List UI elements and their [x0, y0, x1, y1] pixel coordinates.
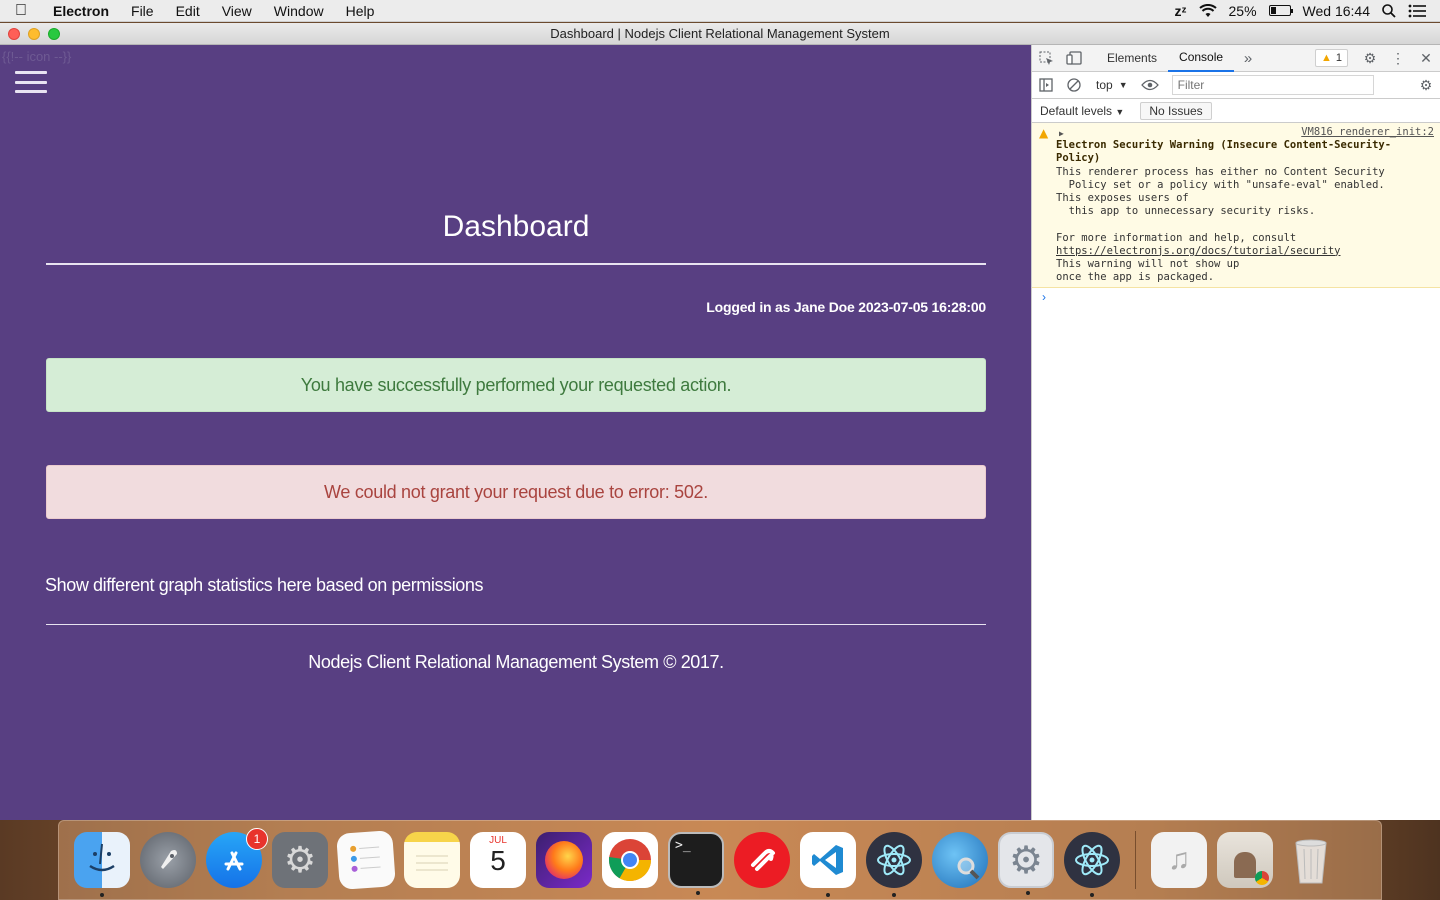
- network-utility-icon[interactable]: [932, 832, 988, 888]
- error-alert: We could not grant your request due to e…: [46, 465, 986, 519]
- terminal-prompt: >_: [675, 838, 691, 853]
- console-filter-input[interactable]: [1171, 75, 1374, 95]
- warning-triangle-icon: ▲: [1039, 126, 1049, 140]
- tab-elements[interactable]: Elements: [1096, 45, 1168, 72]
- dock-separator: [1135, 831, 1136, 889]
- dock: 1 ⚙ JUL 5 >_ ⚙ ♫: [58, 820, 1382, 900]
- log-levels-label: Default levels: [1040, 103, 1113, 118]
- message-source-link[interactable]: VM816 renderer_init:2: [1056, 126, 1434, 139]
- apple-menu-icon[interactable]: : [0, 2, 42, 20]
- template-comment-text: {{!-- icon --}}: [2, 49, 72, 64]
- context-selector[interactable]: top ▼: [1088, 78, 1136, 92]
- wifi-icon[interactable]: [1198, 3, 1217, 18]
- more-tabs-chevron-icon[interactable]: »: [1234, 45, 1262, 71]
- expand-arrow-icon[interactable]: ▶: [1059, 127, 1064, 140]
- battery-icon[interactable]: [1268, 5, 1293, 16]
- chrome-icon[interactable]: [602, 832, 658, 888]
- finder-icon[interactable]: [74, 832, 130, 897]
- menu-help[interactable]: Help: [335, 3, 386, 19]
- notes-icon[interactable]: [404, 832, 460, 888]
- footer-divider: [46, 624, 986, 625]
- sleep-icon[interactable]: zᶻ: [1174, 3, 1186, 19]
- app-store-icon[interactable]: 1: [206, 828, 268, 888]
- console-prompt[interactable]: ›: [1032, 288, 1440, 306]
- warning-count: 1: [1335, 52, 1342, 64]
- dropdown-arrow-icon: ▼: [1118, 80, 1128, 90]
- levels-arrow-icon: ▼: [1115, 106, 1125, 117]
- electron-icon[interactable]: [866, 832, 922, 897]
- trash-icon[interactable]: [1283, 832, 1339, 888]
- gear-icon[interactable]: ⚙: [272, 832, 328, 888]
- device-toolbar-icon[interactable]: [1060, 45, 1088, 71]
- status-area: zᶻ 25% Wed 16:44: [1174, 3, 1440, 19]
- app-store-badge: 1: [246, 828, 268, 850]
- footer-copyright: Nodejs Client Relational Management Syst…: [308, 652, 724, 672]
- levels-bar: Default levels ▼ No Issues: [1032, 99, 1440, 123]
- sidebar-toggle-icon[interactable]: [1032, 72, 1060, 98]
- vscode-icon[interactable]: [800, 832, 856, 897]
- console-warning-message: ▲ ▶ VM816 renderer_init:2 Electron Secur…: [1032, 123, 1440, 289]
- message-heading: Electron Security Warning (Insecure Cont…: [1056, 139, 1392, 165]
- app-content: {{!-- icon --}} Dashboard Logged in as J…: [0, 45, 1031, 820]
- terminal-icon[interactable]: >_: [668, 832, 724, 895]
- context-value: top: [1096, 78, 1113, 92]
- devtools-tab-bar: Elements Console » ▲ 1 ⚙ ⋮ ✕: [1032, 45, 1440, 72]
- menu-file[interactable]: File: [120, 3, 165, 19]
- calendar-icon[interactable]: JUL 5: [470, 832, 526, 888]
- success-alert: You have successfully performed your req…: [46, 358, 986, 412]
- menu-window[interactable]: Window: [263, 3, 335, 19]
- rocket-icon[interactable]: [140, 832, 196, 888]
- tab-console[interactable]: Console: [1168, 45, 1235, 72]
- log-levels-dropdown[interactable]: Default levels ▼: [1040, 104, 1124, 118]
- issues-button[interactable]: No Issues: [1140, 101, 1212, 120]
- graph-statistics-note: Show different graph statistics here bas…: [45, 575, 484, 595]
- warning-icon: ▲: [1320, 52, 1332, 64]
- clock[interactable]: Wed 16:44: [1303, 3, 1370, 19]
- devtools-panel: Elements Console » ▲ 1 ⚙ ⋮ ✕ top ▼ ⚙ Def…: [1031, 45, 1440, 820]
- menu-view[interactable]: View: [211, 3, 263, 19]
- electron-icon[interactable]: [1064, 832, 1120, 897]
- window-title: Dashboard | Nodejs Client Relational Man…: [550, 26, 890, 41]
- console-toolbar: top ▼ ⚙: [1032, 72, 1440, 99]
- battery-percent: 25%: [1228, 2, 1257, 19]
- page-title: Dashboard: [442, 210, 590, 243]
- notification-center-icon[interactable]: [1408, 4, 1426, 18]
- downloads-stack-icon[interactable]: [1217, 832, 1273, 888]
- live-expression-eye-icon[interactable]: [1136, 72, 1164, 98]
- success-alert-text: You have successfully performed your req…: [300, 374, 732, 395]
- hamburger-menu-icon[interactable]: [15, 71, 47, 93]
- error-alert-text: We could not grant your request due to e…: [324, 481, 708, 502]
- menu-bar:  Electron File Edit View Window Help zᶻ…: [0, 0, 1440, 22]
- preferences-icon[interactable]: ⚙: [998, 832, 1054, 895]
- login-info: Logged in as Jane Doe 2023-07-05 16:28:0…: [706, 299, 986, 315]
- reminders-icon[interactable]: [336, 830, 396, 890]
- message-tail: This warning will not show up once the a…: [1056, 258, 1240, 284]
- menu-app-name[interactable]: Electron: [42, 3, 120, 19]
- menu-edit[interactable]: Edit: [165, 3, 211, 19]
- spotlight-search-icon[interactable]: [1382, 3, 1396, 18]
- calendar-day: 5: [490, 845, 506, 876]
- console-settings-gear-icon[interactable]: ⚙: [1412, 72, 1440, 98]
- warnings-counter[interactable]: ▲ 1: [1314, 49, 1348, 67]
- title-divider: [46, 263, 986, 265]
- settings-gear-icon[interactable]: ⚙: [1356, 45, 1384, 71]
- clear-console-icon[interactable]: [1060, 72, 1088, 98]
- window-title-bar: Dashboard | Nodejs Client Relational Man…: [0, 23, 1440, 45]
- security-docs-link[interactable]: https://electronjs.org/docs/tutorial/sec…: [1056, 245, 1434, 258]
- message-body: This renderer process has either no Cont…: [1056, 165, 1385, 244]
- authy-icon[interactable]: [734, 832, 790, 888]
- firefox-icon[interactable]: [536, 832, 592, 888]
- more-options-icon[interactable]: ⋮: [1384, 45, 1412, 71]
- music-document-icon[interactable]: ♫: [1151, 832, 1207, 888]
- inspect-element-icon[interactable]: [1032, 45, 1060, 71]
- close-devtools-icon[interactable]: ✕: [1412, 45, 1440, 71]
